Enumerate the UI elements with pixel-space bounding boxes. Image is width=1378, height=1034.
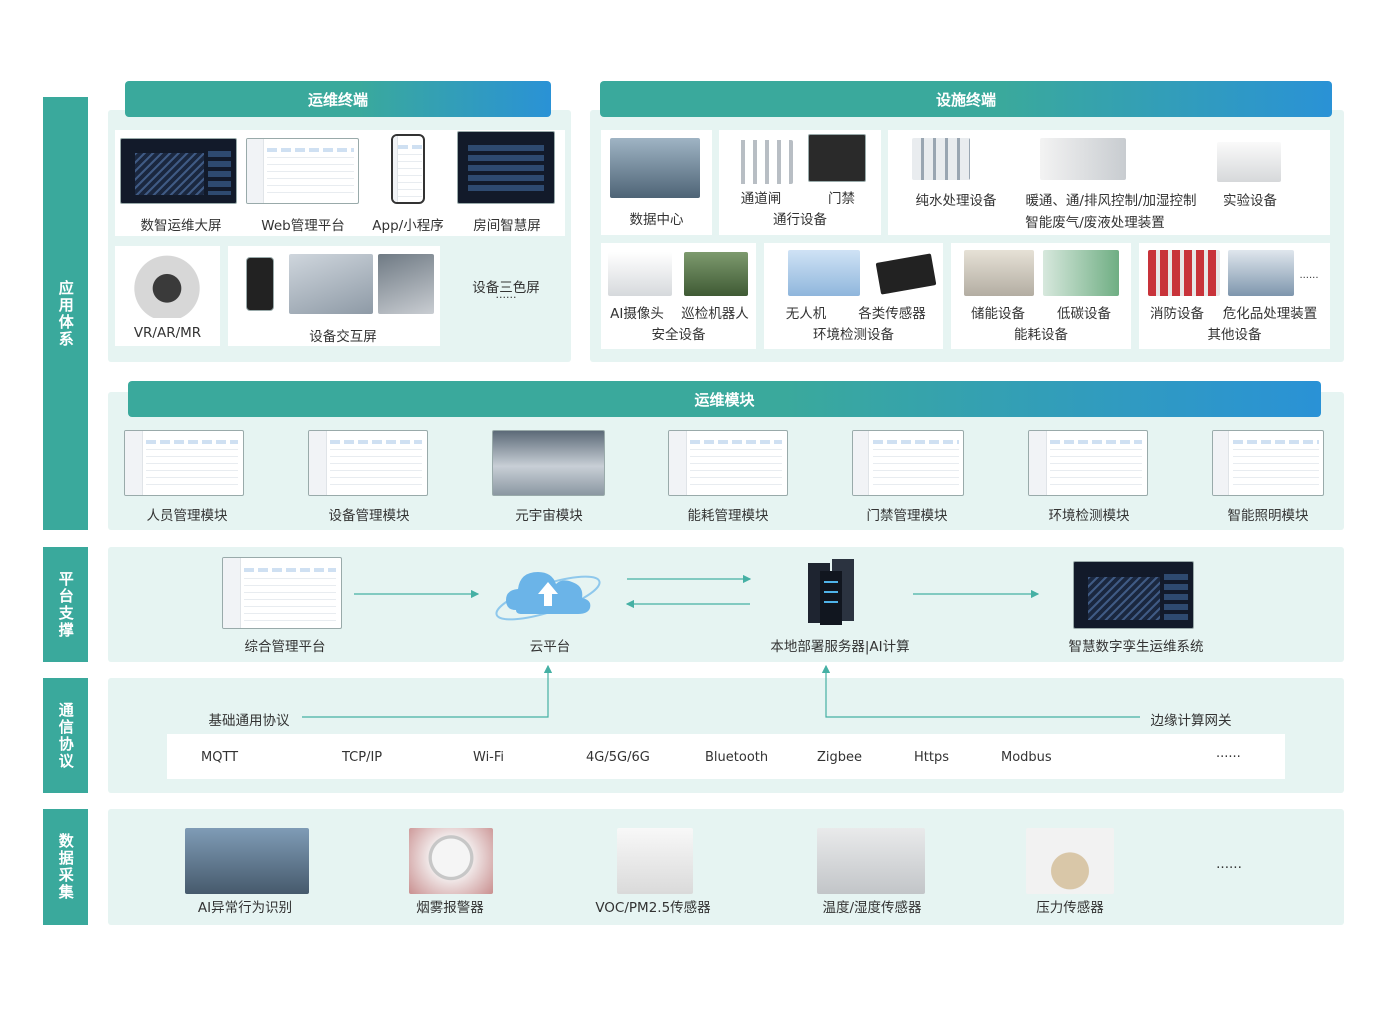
connector-arrows <box>302 574 1140 718</box>
arrow-basic-to-cloud <box>302 664 553 718</box>
arrow-edge-to-server <box>821 664 1140 718</box>
